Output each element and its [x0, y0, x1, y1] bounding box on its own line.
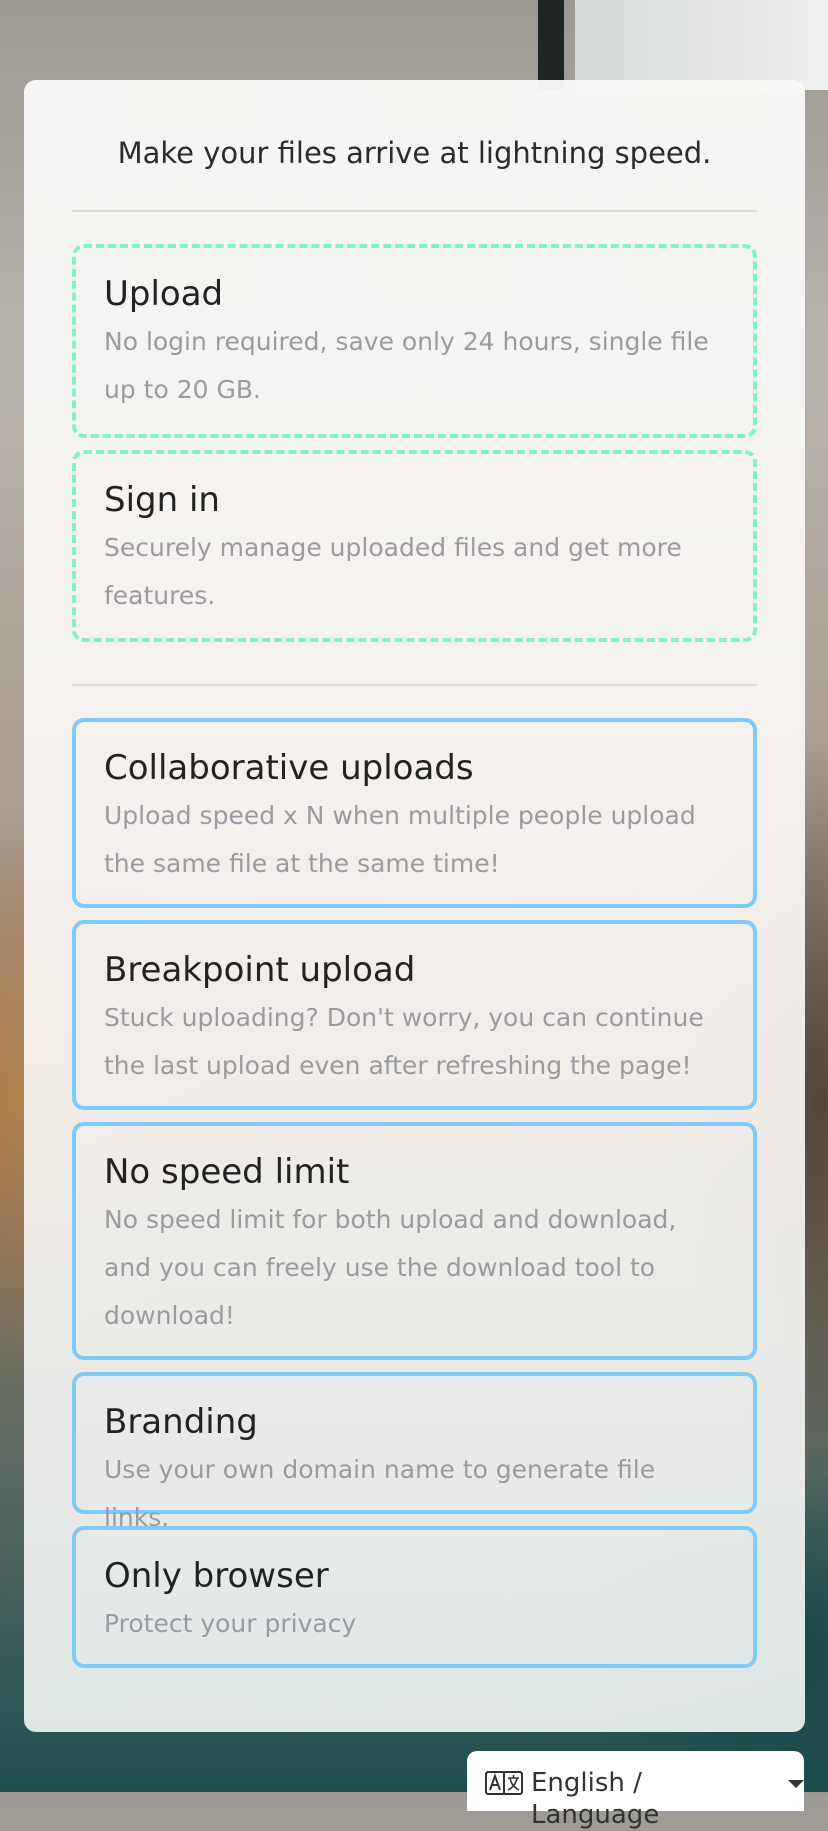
- language-selector[interactable]: English / Language: [467, 1751, 804, 1830]
- feature-title: Branding: [104, 1402, 258, 1442]
- feature-card-collaborative-uploads: Collaborative uploads Upload speed x N w…: [72, 718, 757, 908]
- feature-card-branding: Branding Use your own domain name to gen…: [72, 1372, 757, 1532]
- sign-in-description: Securely manage uploaded files and get m…: [104, 533, 682, 610]
- main-panel: Make your files arrive at lightning spee…: [24, 80, 805, 1732]
- page-tagline: Make your files arrive at lightning spee…: [117, 136, 712, 170]
- sign-in-title: Sign in: [104, 480, 220, 520]
- feature-card-breakpoint-upload: Breakpoint upload Stuck uploading? Don't…: [72, 920, 757, 1110]
- upload-title: Upload: [104, 274, 224, 314]
- background-window: [575, 0, 828, 90]
- feature-title: Breakpoint upload: [104, 950, 416, 990]
- feature-card-only-browser: Only browser Protect your privacy: [72, 1526, 757, 1668]
- language-label: English / Language: [531, 1768, 660, 1830]
- sign-in-card[interactable]: Sign in Securely manage uploaded files a…: [72, 450, 757, 642]
- feature-description: Stuck uploading? Don't worry, you can co…: [104, 1003, 704, 1080]
- chevron-down-icon: [788, 1780, 804, 1788]
- feature-title: Only browser: [104, 1556, 329, 1596]
- feature-title: No speed limit: [104, 1152, 350, 1192]
- background-pillar: [538, 0, 564, 90]
- upload-description: No login required, save only 24 hours, s…: [104, 327, 709, 404]
- translate-icon: [485, 1771, 523, 1795]
- feature-card-no-speed-limit: No speed limit No speed limit for both u…: [72, 1122, 757, 1360]
- feature-description: No speed limit for both upload and downl…: [104, 1205, 677, 1330]
- feature-description: Protect your privacy: [104, 1609, 357, 1638]
- feature-description: Upload speed x N when multiple people up…: [104, 801, 696, 878]
- upload-card[interactable]: Upload No login required, save only 24 h…: [72, 244, 757, 438]
- feature-title: Collaborative uploads: [104, 748, 474, 788]
